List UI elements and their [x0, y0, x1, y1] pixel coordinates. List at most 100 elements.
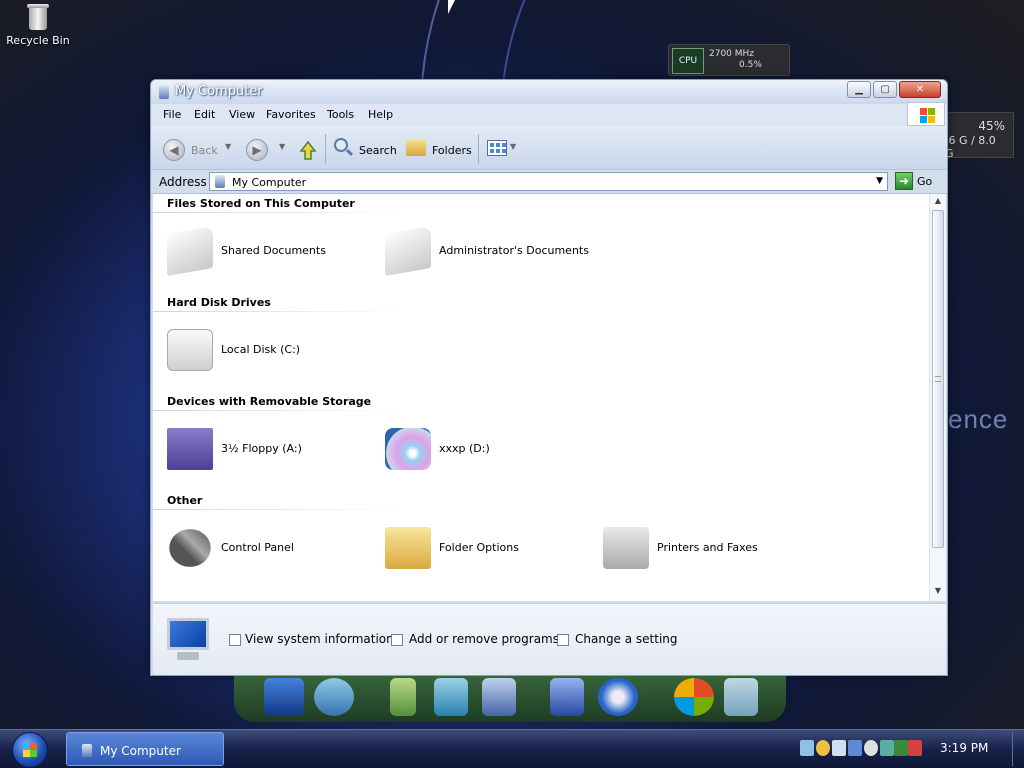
standard-toolbar: ◀ Back ▼ ▶ ▼ Search Folders ▼ [151, 126, 947, 170]
menu-help[interactable]: Help [368, 108, 393, 121]
title-bar[interactable]: My Computer ▁ ▢ ✕ [151, 80, 947, 104]
toolbar-separator [478, 134, 479, 164]
taskbar-button-my-computer[interactable]: My Computer [66, 732, 224, 766]
dock-monitor-icon[interactable] [264, 678, 304, 716]
dock-help-icon[interactable] [550, 678, 584, 716]
item-shared-documents[interactable]: Shared Documents [153, 224, 363, 277]
menu-tools[interactable]: Tools [327, 108, 354, 121]
computer-icon [159, 85, 169, 99]
show-desktop-button[interactable] [1012, 732, 1022, 766]
group-divider [153, 212, 408, 213]
item-cd-drive-d[interactable]: xxxp (D:) [371, 422, 581, 474]
go-arrow-icon[interactable]: ➜ [895, 172, 913, 190]
vertical-scrollbar[interactable]: ▲ ▼ [929, 194, 946, 601]
monitor-icon [161, 616, 215, 662]
cpu-usage: 0.5% [739, 60, 762, 70]
my-computer-window[interactable]: My Computer ▁ ▢ ✕ File Edit View Favorit… [150, 79, 948, 676]
dock-dvd-icon[interactable] [482, 678, 516, 716]
go-button[interactable]: Go [917, 175, 932, 188]
scroll-down-arrow-icon[interactable]: ▼ [932, 586, 944, 598]
address-input[interactable]: My Computer ▼ [209, 172, 888, 191]
maximize-button[interactable]: ▢ [873, 81, 897, 98]
item-administrators-documents[interactable]: Administrator's Documents [371, 224, 589, 277]
memory-values: .6 G / 8.0 G [945, 134, 996, 160]
item-label: xxxp (D:) [439, 442, 490, 455]
back-arrow-icon[interactable]: ◀ [163, 139, 185, 161]
back-button[interactable]: Back [191, 144, 218, 157]
file-list-pane[interactable]: Files Stored on This Computer Shared Doc… [153, 194, 929, 601]
forward-dropdown-icon[interactable]: ▼ [279, 142, 285, 151]
tray-windows-icon[interactable] [880, 740, 894, 756]
change-a-setting-link[interactable]: Change a setting [575, 632, 678, 646]
item-printers-and-faxes[interactable]: Printers and Faxes [589, 521, 799, 573]
tray-check-icon[interactable] [894, 740, 908, 756]
group-header: Devices with Removable Storage [167, 395, 372, 408]
mouse-cursor-icon [448, 0, 455, 14]
dock-archive-icon[interactable] [390, 678, 416, 716]
views-icon[interactable] [487, 140, 507, 156]
tray-disc-icon[interactable] [864, 740, 878, 756]
group-divider [153, 410, 408, 411]
tray-network-icon[interactable] [848, 740, 862, 756]
printer-icon [603, 527, 649, 569]
tray-smiley-icon[interactable] [816, 740, 830, 756]
close-button[interactable]: ✕ [899, 81, 941, 98]
group-header: Other [167, 494, 203, 507]
menu-file[interactable]: File [163, 108, 181, 121]
add-remove-programs-icon [391, 634, 403, 646]
dock-recycle-icon[interactable] [724, 678, 758, 716]
menu-view[interactable]: View [229, 108, 255, 121]
start-button[interactable] [12, 732, 48, 768]
views-dropdown-icon[interactable]: ▼ [510, 142, 516, 151]
address-bar: Address My Computer ▼ ➜ Go [151, 170, 947, 194]
tray-music-icon[interactable] [800, 740, 814, 756]
recycle-bin-desktop-icon[interactable]: Recycle Bin [6, 2, 70, 47]
item-label: 3½ Floppy (A:) [221, 442, 302, 455]
menu-edit[interactable]: Edit [194, 108, 215, 121]
address-label: Address [159, 175, 207, 189]
forward-arrow-icon[interactable]: ▶ [246, 139, 268, 161]
address-dropdown-icon[interactable]: ▼ [876, 176, 883, 186]
application-dock [234, 676, 786, 722]
item-floppy-a[interactable]: 3½ Floppy (A:) [153, 422, 363, 474]
back-dropdown-icon[interactable]: ▼ [225, 142, 231, 151]
taskbar: My Computer 3:19 PM [0, 729, 1024, 768]
computer-icon [215, 175, 225, 188]
shared-folder-icon [167, 225, 213, 277]
tray-settings-icon[interactable] [832, 740, 846, 756]
taskbar-clock[interactable]: 3:19 PM [940, 741, 988, 755]
item-local-disk-c[interactable]: Local Disk (C:) [153, 323, 363, 375]
group-divider [153, 509, 408, 510]
group-header: Hard Disk Drives [167, 296, 271, 309]
search-button[interactable]: Search [359, 144, 397, 157]
recycle-bin-label: Recycle Bin [6, 34, 70, 47]
view-system-information-link[interactable]: View system information [245, 632, 394, 646]
item-label: Shared Documents [221, 244, 326, 257]
system-tasks-bar: View system information Add or remove pr… [153, 603, 946, 675]
item-label: Control Panel [221, 541, 294, 554]
folders-button[interactable]: Folders [432, 144, 472, 157]
item-label: Local Disk (C:) [221, 343, 301, 356]
dock-media-icon[interactable] [434, 678, 468, 716]
add-or-remove-programs-link[interactable]: Add or remove programs [409, 632, 559, 646]
dock-media-player-icon[interactable] [598, 678, 638, 716]
scroll-up-arrow-icon[interactable]: ▲ [932, 196, 944, 208]
folder-up-icon[interactable] [299, 139, 317, 161]
windows-flag-icon [907, 102, 945, 126]
minimize-button[interactable]: ▁ [847, 81, 871, 98]
tray-shield-icon[interactable] [908, 740, 922, 756]
scroll-thumb[interactable] [932, 210, 944, 548]
window-title: My Computer [175, 84, 263, 99]
folders-icon [406, 140, 426, 156]
item-folder-options[interactable]: Folder Options [371, 521, 581, 573]
memory-meter-gadget[interactable]: 45% .6 G / 8.0 G [944, 112, 1014, 160]
control-panel-tools-icon [169, 529, 211, 567]
dock-windows-update-icon[interactable] [674, 678, 714, 716]
wallpaper-brand-text: ence [948, 404, 1009, 434]
cpu-meter-gadget[interactable]: CPU 2700 MHz 0.5% [668, 44, 790, 76]
item-control-panel[interactable]: Control Panel [153, 521, 363, 573]
menu-favorites[interactable]: Favorites [266, 108, 316, 121]
dock-network-icon[interactable] [314, 678, 354, 716]
hard-disk-icon [167, 329, 213, 371]
taskbar-button-label: My Computer [100, 744, 181, 758]
